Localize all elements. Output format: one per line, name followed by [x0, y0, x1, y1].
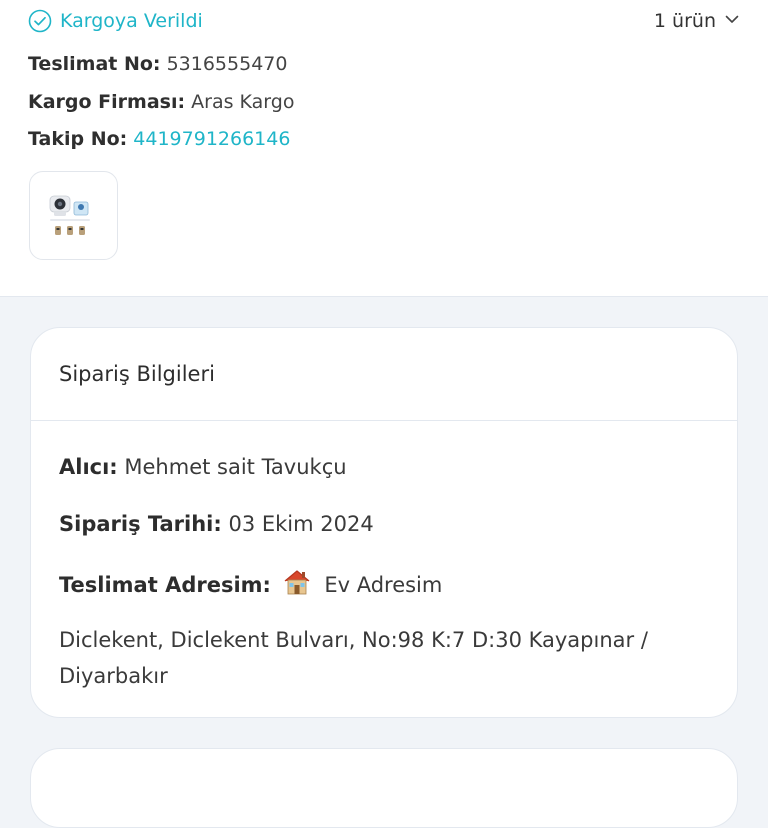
order-date-label: Sipariş Tarihi:: [59, 512, 222, 536]
tracking-label: Takip No:: [28, 128, 128, 150]
item-count-label: 1 ürün: [653, 10, 716, 32]
recipient-label: Alıcı:: [59, 455, 118, 479]
delivery-no-label: Teslimat No:: [28, 53, 161, 75]
delivery-no-row: Teslimat No: 5316555470: [28, 53, 287, 75]
shipment-status-label: Kargoya Verildi: [60, 10, 203, 32]
next-card: [30, 748, 738, 828]
order-info-card: Sipariş Bilgileri Alıcı: Mehmet sait Tav…: [30, 327, 738, 718]
delivery-no-value: 5316555470: [166, 53, 288, 75]
recipient-row: Alıcı: Mehmet sait Tavukçu: [59, 455, 347, 479]
delivery-address-text: Diclekent, Diclekent Bulvarı, No:98 K:7 …: [59, 628, 648, 688]
carrier-row: Kargo Firması: Aras Kargo: [28, 91, 294, 113]
delivery-address-name: Ev Adresim: [324, 573, 443, 597]
camera-product-icon: [49, 195, 90, 235]
recipient-value: Mehmet sait Tavukçu: [124, 455, 347, 479]
house-icon: [282, 568, 312, 601]
item-count-toggle[interactable]: 1 ürün: [654, 10, 740, 32]
delivery-address-label: Teslimat Adresim:: [59, 573, 271, 597]
order-info-header: Sipariş Bilgileri: [31, 328, 737, 421]
tracking-row: Takip No: 4419791266146: [28, 128, 290, 150]
order-info-title: Sipariş Bilgileri: [59, 362, 215, 386]
shipment-status-row: Kargoya Verildi 1 ürün: [28, 6, 740, 36]
check-circle-icon: [28, 9, 52, 33]
order-date-value: 03 Ekim 2024: [228, 512, 374, 536]
shipment-status: Kargoya Verildi: [28, 9, 203, 33]
delivery-address-row: Teslimat Adresim: Ev Adresim: [59, 568, 442, 601]
chevron-down-icon: [724, 10, 740, 32]
carrier-label: Kargo Firması:: [28, 91, 186, 113]
product-thumbnail[interactable]: [29, 171, 118, 260]
order-date-row: Sipariş Tarihi: 03 Ekim 2024: [59, 512, 374, 536]
carrier-value: Aras Kargo: [191, 91, 295, 113]
shipment-section: Kargoya Verildi 1 ürün Teslimat No: 5316…: [0, 0, 768, 297]
tracking-number-link[interactable]: 4419791266146: [133, 128, 290, 150]
